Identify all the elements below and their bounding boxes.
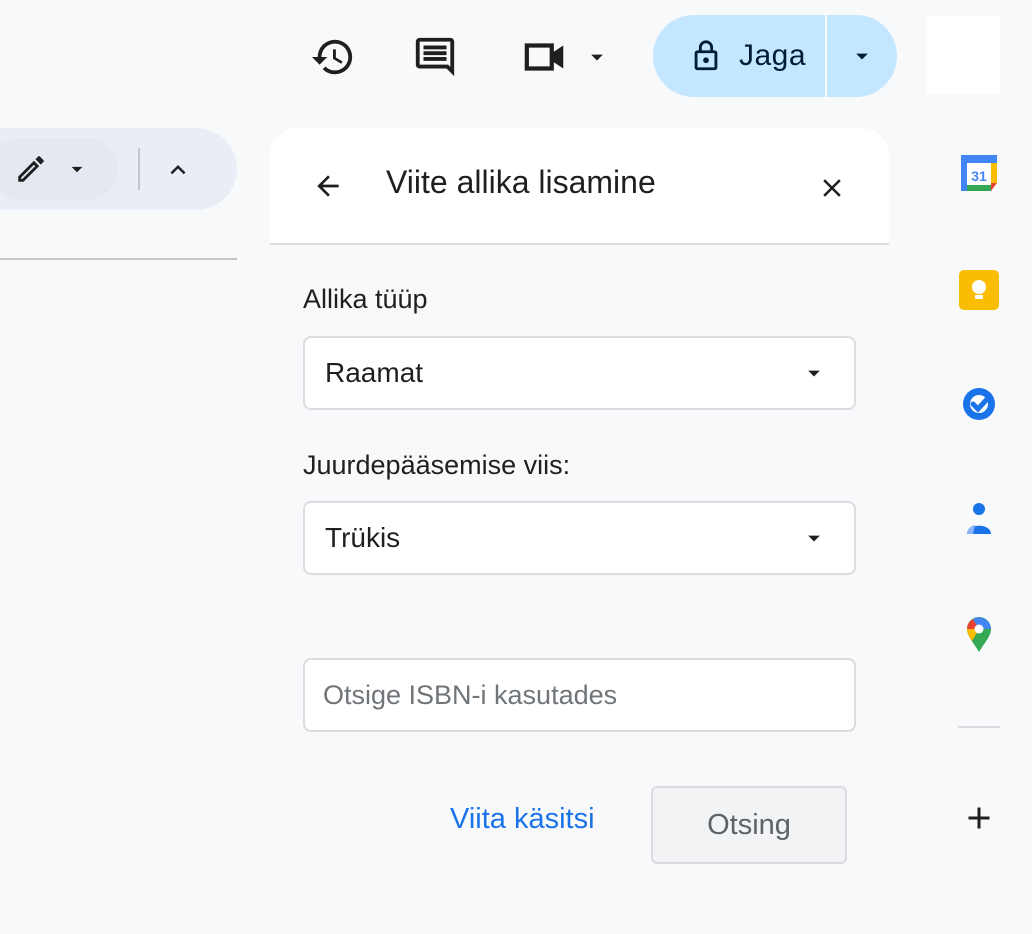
- tasks-icon[interactable]: [951, 376, 1007, 432]
- share-label: Jaga: [739, 39, 807, 72]
- source-type-label: Allika tüüp: [303, 284, 428, 314]
- caret-down-icon: [808, 370, 820, 377]
- meet-button[interactable]: [516, 30, 616, 84]
- source-type-value: Raamat: [325, 357, 424, 388]
- plus-icon[interactable]: [951, 790, 1007, 846]
- source-type-select[interactable]: Raamat: [303, 336, 856, 410]
- calendar-day: 31: [971, 168, 987, 184]
- access-method-select[interactable]: Trükis: [303, 501, 856, 575]
- contacts-icon[interactable]: [951, 490, 1007, 546]
- keep-icon[interactable]: [951, 262, 1007, 318]
- back-arrow-icon[interactable]: [300, 158, 356, 214]
- pencil-icon: [18, 156, 44, 182]
- caret-down-icon: [856, 53, 868, 60]
- share-button[interactable]: Jaga: [653, 15, 827, 97]
- version-history-icon[interactable]: [304, 28, 362, 86]
- caret-down-icon: [71, 166, 83, 173]
- access-method-label: Juurdepääsemise viis:: [303, 450, 571, 480]
- panel-header: Viite allika lisamine: [270, 128, 889, 245]
- collapse-menus-icon[interactable]: [150, 142, 206, 198]
- share-options-button[interactable]: [827, 15, 897, 97]
- calendar-icon[interactable]: 31: [951, 145, 1007, 201]
- toolbar-divider: [138, 148, 140, 190]
- search-button[interactable]: Otsing: [651, 786, 847, 864]
- share-button-group: Jaga: [653, 15, 897, 97]
- video-camera-icon: [524, 43, 564, 71]
- document-divider: [0, 258, 237, 260]
- panel-title: Viite allika lisamine: [386, 164, 656, 200]
- maps-icon[interactable]: [951, 606, 1007, 662]
- caret-down-icon: [591, 54, 603, 61]
- lock-icon: [694, 40, 718, 71]
- sidebar-divider: [958, 726, 1000, 728]
- account-avatar[interactable]: [927, 16, 1000, 95]
- editing-mode-button[interactable]: [0, 138, 118, 200]
- comments-icon[interactable]: [406, 28, 464, 86]
- isbn-search-input[interactable]: [303, 658, 856, 732]
- close-icon[interactable]: [804, 160, 860, 216]
- access-method-value: Trükis: [325, 522, 401, 553]
- citations-panel: Viite allika lisamine Allika tüüp Raamat…: [270, 128, 889, 934]
- cite-manually-link[interactable]: Viita käsitsi: [450, 803, 595, 836]
- caret-down-icon: [808, 535, 820, 542]
